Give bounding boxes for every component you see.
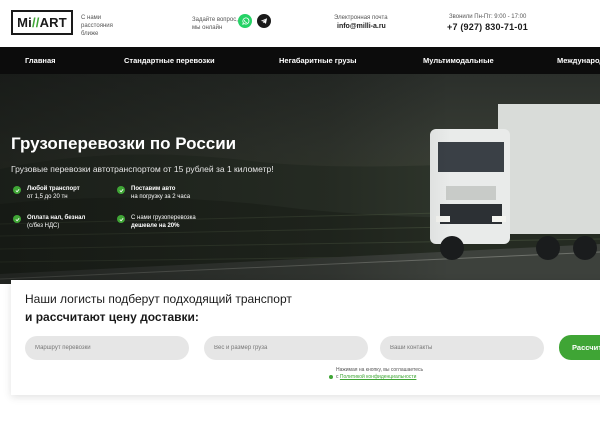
cargo-size-input[interactable] [204,336,368,360]
hero-subtitle: Грузовые перевозки автотранспортом от 15… [11,164,274,174]
feature-title: Любой транспорт [27,186,80,192]
question-text: Задайте вопрос, мы онлайн [192,17,238,31]
nav-item-home[interactable]: Главная [25,56,56,65]
consent-prefix: с [336,374,339,380]
check-icon [13,215,21,223]
logo-prefix: Mi [17,15,32,30]
nav-item-standard[interactable]: Стандартные перевозки [124,56,215,65]
logo-rest: ART [39,15,67,30]
site-header: Mi//ART С нами расстояния ближе Задайте … [0,0,600,47]
whatsapp-icon[interactable] [238,14,252,28]
feature-detail: на погрузку за 2 часа [131,194,191,200]
phone-link[interactable]: +7 (927) 830-71-01 [447,22,528,32]
main-nav: Главная Стандартные перевозки Негабаритн… [0,47,600,74]
calculator-form: Наши логисты подберут подходящий транспо… [11,280,600,395]
form-heading-line2: и рассчитают цену доставки: [25,310,199,324]
feature-fast-loading: Поставим авто на погрузку за 2 часа [117,185,190,201]
feature-payment: Оплата нал, безнал (с/без НДС) [13,214,85,230]
privacy-policy-link[interactable]: Политикой конфиденциальности [340,374,417,380]
nav-item-international[interactable]: Международ [557,56,600,65]
feature-detail: (с/без НДС) [27,223,60,229]
calculate-button[interactable]: Рассчитать [559,335,600,360]
feature-title: Поставим авто [131,186,176,192]
check-icon [117,186,125,194]
check-icon [117,215,125,223]
check-icon [13,186,21,194]
nav-item-oversized[interactable]: Негабаритные грузы [279,56,357,65]
telegram-icon[interactable] [257,14,271,28]
feature-title: дешевле на 20% [131,223,180,229]
nav-item-multimodal[interactable]: Мультимодальные [423,56,494,65]
consent-note: Нажимая на кнопку, вы соглашаетесь с Пол… [329,367,423,381]
contacts-input[interactable] [380,336,544,360]
consent-checkbox[interactable] [329,374,333,379]
email-label: Электронная почта [334,15,388,21]
email-link[interactable]: info@milli-a.ru [337,23,386,30]
feature-detail: С нами грузоперевозка [131,215,196,221]
feature-title: Оплата нал, безнал [27,215,86,221]
tagline: С нами расстояния ближе [81,15,113,37]
feature-cheaper: С нами грузоперевозка дешевле на 20% [117,214,196,230]
logo[interactable]: Mi//ART [11,10,73,35]
feature-detail: от 1,5 до 20 тн [27,194,68,200]
hero-title: Грузоперевозки по России [11,134,237,153]
form-heading-line1: Наши логисты подберут подходящий транспо… [25,292,292,306]
hero-banner: Грузоперевозки по России Грузовые перево… [0,74,600,284]
feature-any-transport: Любой транспорт от 1,5 до 20 тн [13,185,80,201]
logo-accent: // [31,15,40,30]
working-hours: Звонили Пн-Пт: 9:00 - 17:00 [449,14,527,20]
consent-text: Нажимая на кнопку, вы соглашаетесь [336,367,424,373]
route-input[interactable] [25,336,189,360]
hero-overlay [0,74,600,284]
